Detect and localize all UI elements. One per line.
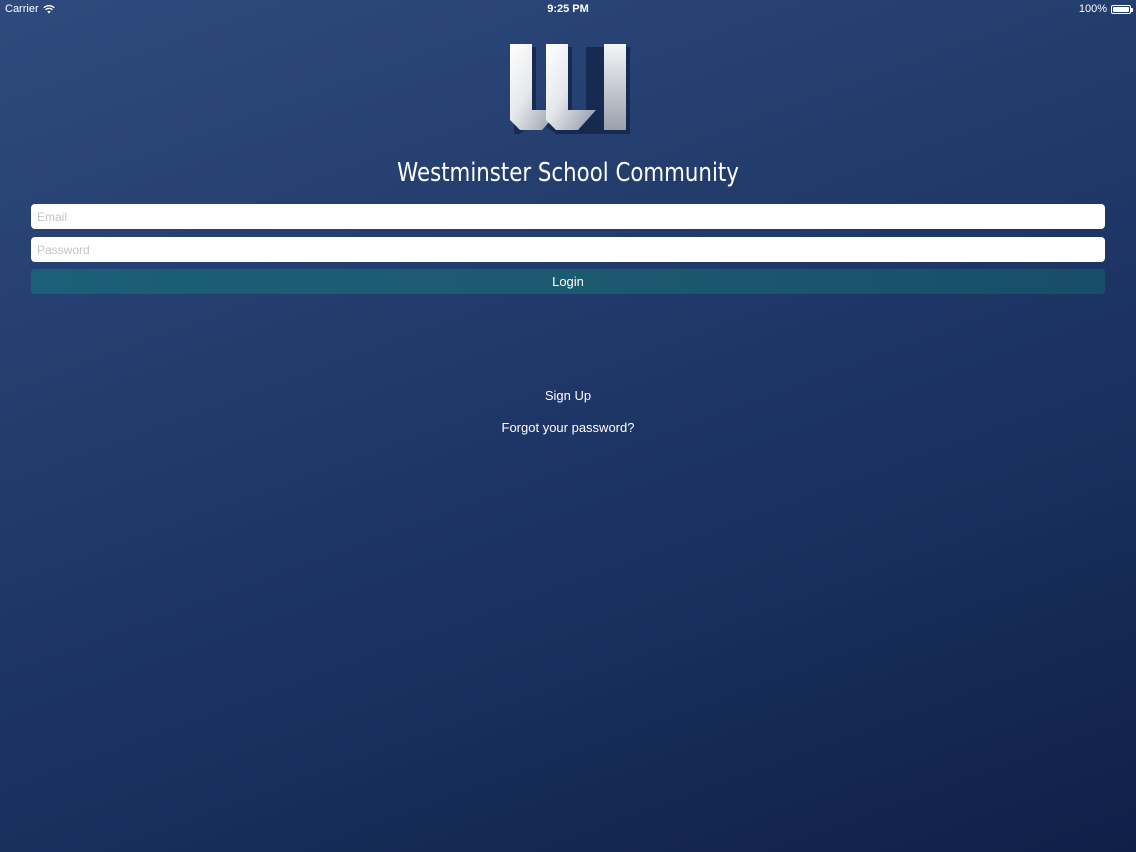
battery-icon [1111,4,1133,14]
battery-fill [1113,6,1129,12]
status-time: 9:25 PM [547,3,589,15]
password-input[interactable] [31,237,1105,262]
sign-up-link[interactable]: Sign Up [0,388,1136,403]
page-title: Westminster School Community [397,158,739,188]
forgot-password-link[interactable]: Forgot your password? [0,420,1136,435]
login-button[interactable]: Login [31,269,1105,294]
email-input[interactable] [31,204,1105,229]
battery-percent: 100% [1078,3,1107,15]
status-bar: Carrier 9:25 PM 100% [0,0,1136,18]
status-right: 100% [1078,3,1133,15]
westminster-logo-icon [506,40,632,136]
